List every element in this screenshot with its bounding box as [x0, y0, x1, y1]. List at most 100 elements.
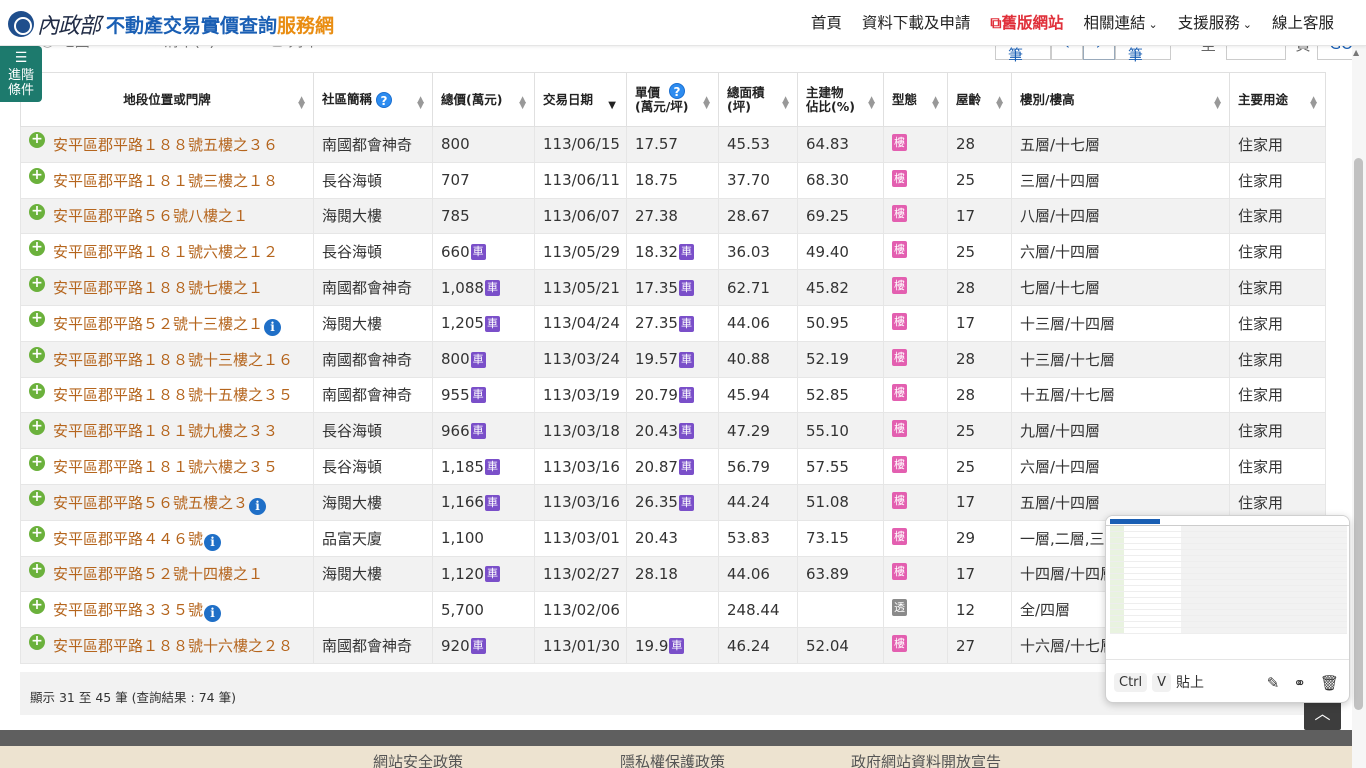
nav-item-0[interactable]: 首頁	[811, 11, 842, 33]
sort-icon[interactable]: ▲ ▼	[868, 96, 875, 111]
expand-plus-icon[interactable]: +	[29, 454, 45, 471]
address-cell[interactable]: + 安平區郡平路１８８號十三樓之１６	[20, 340, 314, 378]
expand-plus-icon[interactable]: +	[29, 382, 45, 399]
address-link[interactable]: 安平區郡平路３３５號	[53, 601, 203, 619]
address-link[interactable]: 安平區郡平路１８１號六樓之３５	[53, 458, 278, 476]
info-icon[interactable]: i	[264, 318, 282, 336]
sort-icon[interactable]: ▲ ▼	[519, 96, 526, 111]
address-link[interactable]: 安平區郡平路１８１號六樓之１２	[53, 243, 278, 261]
trash-icon[interactable]: 🗑	[1320, 674, 1339, 692]
expand-plus-icon[interactable]: +	[29, 347, 45, 364]
table-row[interactable]: + 安平區郡平路１８１號九樓之３３ 長谷海頓 966 車 113/03/18 20.43 車 4…	[20, 412, 1326, 450]
nav-item-3[interactable]: 相關連結 ⌄	[1084, 11, 1158, 33]
sort-icon[interactable]: ▲ ▼	[298, 96, 305, 111]
column-header-5[interactable]: 總面積 (坪) ▲ ▼	[718, 72, 798, 127]
expand-plus-icon[interactable]: +	[29, 168, 45, 185]
column-header-7[interactable]: 型態 ▲ ▼	[883, 72, 948, 127]
expand-plus-icon[interactable]: +	[29, 526, 45, 543]
expand-plus-icon[interactable]: +	[29, 490, 45, 507]
security-policy-link[interactable]: 網站安全政策	[373, 751, 463, 768]
column-header-6[interactable]: 主建物 佔比(%) ▲ ▼	[797, 72, 884, 127]
address-link[interactable]: 安平區郡平路１８１號三樓之１８	[53, 172, 278, 190]
help-icon[interactable]: ?	[669, 83, 685, 99]
address-link[interactable]: 安平區郡平路１８８號十三樓之１６	[53, 351, 293, 369]
paste-button[interactable]: 貼上	[1176, 672, 1204, 692]
address-link[interactable]: 安平區郡平路５６號八樓之１	[53, 207, 248, 225]
pin-icon[interactable]: ✎	[1267, 674, 1280, 692]
address-cell[interactable]: + 安平區郡平路１８１號三樓之１８	[20, 161, 314, 199]
expand-plus-icon[interactable]: +	[29, 311, 45, 328]
scrollbar-thumb[interactable]	[1354, 158, 1363, 710]
info-icon[interactable]: i	[204, 533, 222, 551]
nav-item-4[interactable]: 支援服務 ⌄	[1178, 11, 1252, 33]
sort-icon[interactable]: ▲ ▼	[1310, 96, 1317, 111]
address-cell[interactable]: + 安平區郡平路５２號十四樓之１	[20, 555, 314, 593]
advanced-filter-tab[interactable]: ☰ 進階 條件	[0, 46, 42, 102]
expand-plus-icon[interactable]: +	[29, 597, 45, 614]
nav-item-5[interactable]: 線上客服	[1272, 11, 1334, 33]
address-cell[interactable]: + 安平區郡平路１８８號五樓之３６	[20, 126, 314, 163]
sort-icon[interactable]: ▲ ▼	[782, 96, 789, 111]
address-link[interactable]: 安平區郡平路１８１號九樓之３３	[53, 422, 278, 440]
address-link[interactable]: 安平區郡平路４４６號	[53, 530, 203, 548]
address-cell[interactable]: + 安平區郡平路３３５號 i	[20, 591, 314, 629]
address-cell[interactable]: + 安平區郡平路５２號十三樓之１ i	[20, 304, 314, 342]
sort-icon[interactable]: ▲ ▼	[1214, 96, 1221, 111]
site-logo[interactable]: 內政部 不動產交易實價查詢 服務網	[8, 8, 334, 40]
address-link[interactable]: 安平區郡平路５２號十三樓之１	[53, 315, 263, 333]
address-cell[interactable]: + 安平區郡平路１８８號十五樓之３５	[20, 376, 314, 414]
expand-plus-icon[interactable]: +	[29, 561, 45, 578]
info-icon[interactable]: i	[249, 497, 267, 515]
sort-icon[interactable]: ▲ ▼	[417, 96, 424, 111]
back-to-top-button[interactable]: ︿	[1304, 700, 1341, 730]
address-link[interactable]: 安平區郡平路５２號十四樓之１	[53, 565, 263, 583]
address-cell[interactable]: + 安平區郡平路１８１號六樓之３５	[20, 448, 314, 485]
address-cell[interactable]: + 安平區郡平路１８１號九樓之３３	[20, 412, 314, 450]
table-row[interactable]: + 安平區郡平路５２號十三樓之１ i 海閱大樓 1,205 車 113/04/24 27.35…	[20, 304, 1326, 342]
help-icon[interactable]: ?	[376, 91, 393, 108]
address-cell[interactable]: + 安平區郡平路５６號八樓之１	[20, 197, 314, 235]
column-header-2[interactable]: 總價(萬元) ▲ ▼	[432, 72, 535, 127]
expand-plus-icon[interactable]: +	[29, 418, 45, 435]
address-link[interactable]: 安平區郡平路１８８號十六樓之２８	[53, 637, 293, 655]
open-data-link[interactable]: 政府網站資料開放宣告	[851, 751, 1001, 768]
nav-item-2[interactable]: ⧉舊版網站	[990, 11, 1063, 33]
clipboard-thumbnail[interactable]	[1106, 516, 1349, 659]
link-icon[interactable]: ⚭	[1293, 674, 1306, 692]
expand-plus-icon[interactable]: +	[29, 203, 45, 220]
address-link[interactable]: 安平區郡平路１８８號七樓之１	[53, 279, 263, 297]
column-header-4[interactable]: 單價 (萬元/坪)? ▲ ▼	[626, 72, 719, 127]
address-cell[interactable]: + 安平區郡平路１８１號六樓之１２	[20, 233, 314, 271]
table-row[interactable]: + 安平區郡平路１８８號十五樓之３５ 南國都會神奇 955 車 113/03/19 20.7…	[20, 376, 1326, 414]
table-row[interactable]: + 安平區郡平路１８８號十三樓之１６ 南國都會神奇 800 車 113/03/24 19.5…	[20, 340, 1326, 378]
nav-item-1[interactable]: 資料下載及申請	[862, 11, 971, 33]
expand-plus-icon[interactable]: +	[29, 275, 45, 292]
sort-desc-icon[interactable]: ▼	[608, 99, 616, 113]
address-cell[interactable]: + 安平區郡平路１８８號七樓之１	[20, 269, 314, 306]
address-cell[interactable]: + 安平區郡平路１８８號十六樓之２８	[20, 627, 314, 664]
expand-plus-icon[interactable]: +	[29, 132, 45, 149]
address-link[interactable]: 安平區郡平路１８８號十五樓之３５	[53, 386, 293, 404]
table-row[interactable]: + 安平區郡平路１８１號六樓之１２ 長谷海頓 660 車 113/05/29 18.32 車 3…	[20, 233, 1326, 271]
sort-icon[interactable]: ▲ ▼	[996, 96, 1003, 111]
info-icon[interactable]: i	[204, 605, 222, 623]
expand-plus-icon[interactable]: +	[29, 239, 45, 256]
address-cell[interactable]: + 安平區郡平路５６號五樓之３ i	[20, 483, 314, 521]
table-row[interactable]: + 安平區郡平路１８８號七樓之１ 南國都會神奇 1,088 車 113/05/21 17.3…	[20, 269, 1326, 306]
address-link[interactable]: 安平區郡平路５６號五樓之３	[53, 494, 248, 512]
sort-icon[interactable]: ▲ ▼	[703, 96, 710, 111]
privacy-policy-link[interactable]: 隱私權保護政策	[620, 751, 725, 768]
column-header-3[interactable]: 交易日期 ▼	[534, 72, 627, 127]
column-header-10[interactable]: 主要用途 ▲ ▼	[1229, 72, 1326, 127]
table-row[interactable]: + 安平區郡平路１８８號五樓之３６ 南國都會神奇 800 113/06/15 17.57 4…	[20, 126, 1326, 163]
sort-icon[interactable]: ▲ ▼	[932, 96, 939, 111]
address-cell[interactable]: + 安平區郡平路４４６號 i	[20, 519, 314, 557]
address-link[interactable]: 安平區郡平路１８８號五樓之３６	[53, 136, 278, 154]
column-header-9[interactable]: 樓別/樓高 ▲ ▼	[1011, 72, 1230, 127]
column-header-8[interactable]: 屋齡 ▲ ▼	[947, 72, 1012, 127]
table-row[interactable]: + 安平區郡平路１８１號六樓之３５ 長谷海頓 1,185 車 113/03/16 20.87…	[20, 448, 1326, 485]
column-header-0[interactable]: 地段位置或門牌 ▲ ▼	[20, 72, 314, 127]
expand-plus-icon[interactable]: +	[29, 633, 45, 650]
scroll-up-arrow-icon[interactable]: ▲	[1353, 48, 1359, 57]
table-row[interactable]: + 安平區郡平路５６號八樓之１ 海閱大樓 785 113/06/07 27.38 28.67…	[20, 197, 1326, 235]
